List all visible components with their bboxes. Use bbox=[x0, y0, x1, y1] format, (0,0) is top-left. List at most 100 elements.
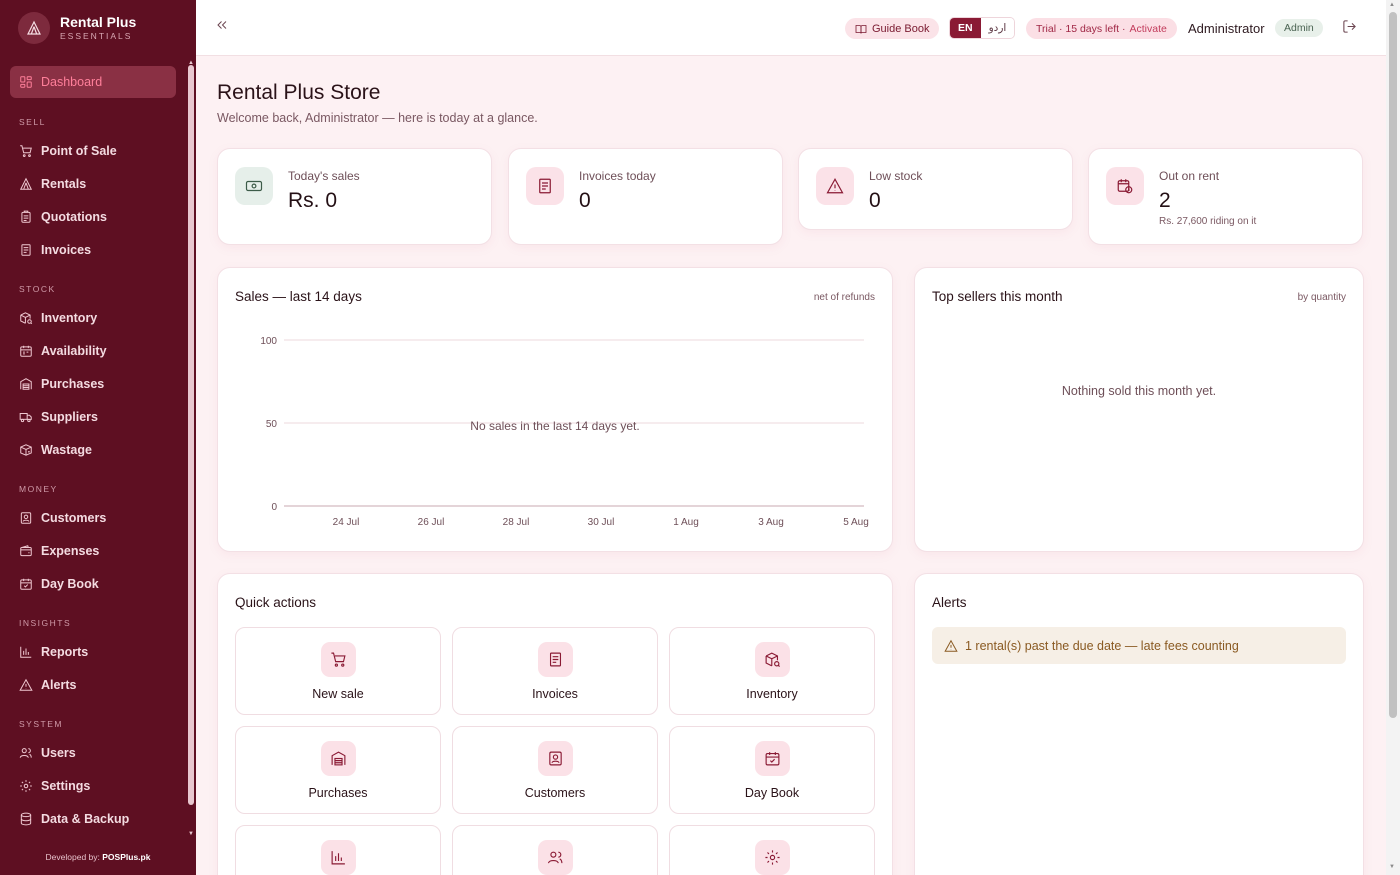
sidebar-item-quotations[interactable]: Quotations bbox=[10, 201, 176, 233]
activate-link[interactable]: Activate bbox=[1129, 23, 1166, 35]
quick-action-users[interactable] bbox=[452, 825, 658, 875]
book-open-icon bbox=[855, 24, 867, 34]
stat-label: Invoices today bbox=[579, 169, 656, 183]
scroll-up-arrow-icon[interactable]: ▲ bbox=[1389, 2, 1395, 8]
sidebar-scrollbar-thumb[interactable] bbox=[188, 65, 194, 805]
logout-button[interactable] bbox=[1342, 19, 1357, 39]
sidebar-scrollbar[interactable]: ▲ ▼ bbox=[186, 60, 196, 840]
contact-card-icon bbox=[538, 741, 573, 776]
alerts-title: Alerts bbox=[932, 595, 967, 610]
sidebar-item-suppliers[interactable]: Suppliers bbox=[10, 401, 176, 433]
quick-action-label: Day Book bbox=[744, 786, 800, 800]
top-sellers-title: Top sellers this month bbox=[932, 289, 1063, 304]
sidebar-item-label: Users bbox=[41, 746, 76, 760]
sidebar-item-rentals[interactable]: Rentals bbox=[10, 168, 176, 200]
sidebar-nav: Dashboard SELL Point of Sale Rentals Quo… bbox=[0, 66, 186, 836]
trial-badge[interactable]: Trial · 15 days left · Activate bbox=[1026, 18, 1177, 39]
sidebar-item-label: Settings bbox=[41, 779, 91, 793]
chart-x-tick-label: 28 Jul bbox=[503, 517, 530, 528]
chart-y-tick-label: 100 bbox=[260, 336, 277, 347]
quick-action-invoices[interactable]: Invoices bbox=[452, 627, 658, 715]
quick-action-label: Purchases bbox=[308, 786, 368, 800]
brand[interactable]: Rental Plus ESSENTIALS bbox=[18, 12, 136, 44]
bar-chart-icon bbox=[321, 840, 356, 875]
sidebar-item-expenses[interactable]: Expenses bbox=[10, 535, 176, 567]
sidebar-item-day-book[interactable]: Day Book bbox=[10, 568, 176, 600]
stat-value: 2 bbox=[1159, 189, 1171, 212]
sidebar-item-label: Rentals bbox=[41, 177, 87, 191]
page-scrollbar[interactable]: ▲ ▼ bbox=[1386, 0, 1400, 875]
warning-icon bbox=[19, 678, 33, 691]
nav-section-system: SYSTEM bbox=[19, 719, 63, 729]
invoice-icon bbox=[21, 244, 31, 256]
tent-icon bbox=[19, 177, 33, 190]
sidebar-item-label: Availability bbox=[41, 344, 107, 358]
stat-card-invoices-today[interactable]: Invoices today 0 bbox=[508, 148, 783, 245]
sidebar-item-customers[interactable]: Customers bbox=[10, 502, 176, 534]
brand-name: Rental Plus bbox=[60, 14, 137, 30]
scroll-down-arrow-icon[interactable]: ▼ bbox=[188, 831, 194, 837]
box-broken-icon bbox=[20, 444, 32, 456]
page-scrollbar-thumb[interactable] bbox=[1389, 12, 1397, 718]
quick-action-customers[interactable]: Customers bbox=[452, 726, 658, 814]
quick-action-purchases[interactable]: Purchases bbox=[235, 726, 441, 814]
sales-chart-empty-message: No sales in the last 14 days yet. bbox=[470, 419, 640, 433]
quick-action-day-book[interactable]: Day Book bbox=[669, 726, 875, 814]
stat-value: 0 bbox=[869, 189, 881, 212]
page-title: Rental Plus Store bbox=[217, 81, 381, 104]
guide-book-label: Guide Book bbox=[872, 22, 930, 35]
sidebar-item-availability[interactable]: Availability bbox=[10, 335, 176, 367]
topbar: Guide Book EN اردو Trial · 15 days left … bbox=[196, 0, 1386, 56]
scroll-down-arrow-icon[interactable]: ▼ bbox=[1389, 864, 1395, 870]
sidebar-item-wastage[interactable]: Wastage bbox=[10, 434, 176, 466]
sidebar-item-reports[interactable]: Reports bbox=[10, 636, 176, 668]
sidebar-item-label: Day Book bbox=[41, 577, 99, 591]
stat-card-low-stock[interactable]: Low stock 0 bbox=[798, 148, 1073, 230]
quick-action-label: Inventory bbox=[746, 687, 798, 701]
clipboard-icon bbox=[21, 210, 31, 223]
sidebar-item-label: Invoices bbox=[41, 243, 92, 257]
quick-action-reports[interactable] bbox=[235, 825, 441, 875]
sidebar-item-alerts[interactable]: Alerts bbox=[10, 669, 176, 701]
sidebar-item-label: Data & Backup bbox=[41, 812, 130, 826]
sidebar-item-dashboard[interactable]: Dashboard bbox=[10, 66, 176, 98]
cash-icon bbox=[235, 167, 273, 205]
sidebar-item-inventory[interactable]: Inventory bbox=[10, 302, 176, 334]
sidebar-item-purchases[interactable]: Purchases bbox=[10, 368, 176, 400]
quick-action-inventory[interactable]: Inventory bbox=[669, 627, 875, 715]
language-switcher: EN اردو bbox=[949, 17, 1016, 39]
sidebar-item-invoices[interactable]: Invoices bbox=[10, 234, 176, 266]
stat-label: Low stock bbox=[869, 169, 923, 183]
sidebar-item-users[interactable]: Users bbox=[10, 737, 176, 769]
quick-action-settings[interactable] bbox=[669, 825, 875, 875]
collapse-sidebar-button[interactable] bbox=[216, 18, 228, 36]
stat-card-todays-sales[interactable]: Today's sales Rs. 0 bbox=[217, 148, 492, 245]
gear-icon bbox=[755, 840, 790, 875]
sidebar-item-point-of-sale[interactable]: Point of Sale bbox=[10, 135, 176, 167]
warehouse-icon bbox=[321, 741, 356, 776]
user-name: Administrator bbox=[1188, 21, 1265, 36]
sales-chart: 05010024 Jul 26 Jul 28 Jul 30 Jul 1 Aug 3 Aug… bbox=[260, 336, 868, 528]
sidebar-item-settings[interactable]: Settings bbox=[10, 770, 176, 802]
tent-logo-icon bbox=[18, 12, 50, 44]
dashboard-icon bbox=[20, 76, 32, 88]
stat-card-out-on-rent[interactable]: Out on rent 2 Rs. 27,600 riding on it bbox=[1088, 148, 1363, 245]
sidebar-item-data-backup[interactable]: Data & Backup bbox=[10, 803, 176, 835]
stat-note: Rs. 27,600 riding on it bbox=[1159, 216, 1257, 227]
calendar-icon bbox=[20, 345, 32, 357]
warehouse-icon bbox=[20, 378, 32, 390]
sidebar-item-label: Alerts bbox=[41, 678, 77, 692]
lang-en-button[interactable]: EN bbox=[950, 18, 981, 38]
chart-x-tick-label: 26 Jul bbox=[418, 517, 445, 528]
nav-section-sell: SELL bbox=[19, 117, 46, 127]
warning-icon bbox=[816, 167, 854, 205]
chart-y-tick-label: 0 bbox=[271, 502, 277, 513]
quick-action-new-sale[interactable]: New sale bbox=[235, 627, 441, 715]
contact-card-icon bbox=[20, 512, 32, 524]
chart-x-tick-label: 30 Jul bbox=[588, 517, 615, 528]
lang-urdu-button[interactable]: اردو bbox=[980, 18, 1015, 38]
calendar-check-icon bbox=[20, 578, 32, 590]
credit-name[interactable]: POSPlus.pk bbox=[102, 852, 150, 862]
alert-item[interactable]: 1 rental(s) past the due date — late fee… bbox=[932, 627, 1346, 664]
guide-book-button[interactable]: Guide Book bbox=[845, 18, 940, 39]
